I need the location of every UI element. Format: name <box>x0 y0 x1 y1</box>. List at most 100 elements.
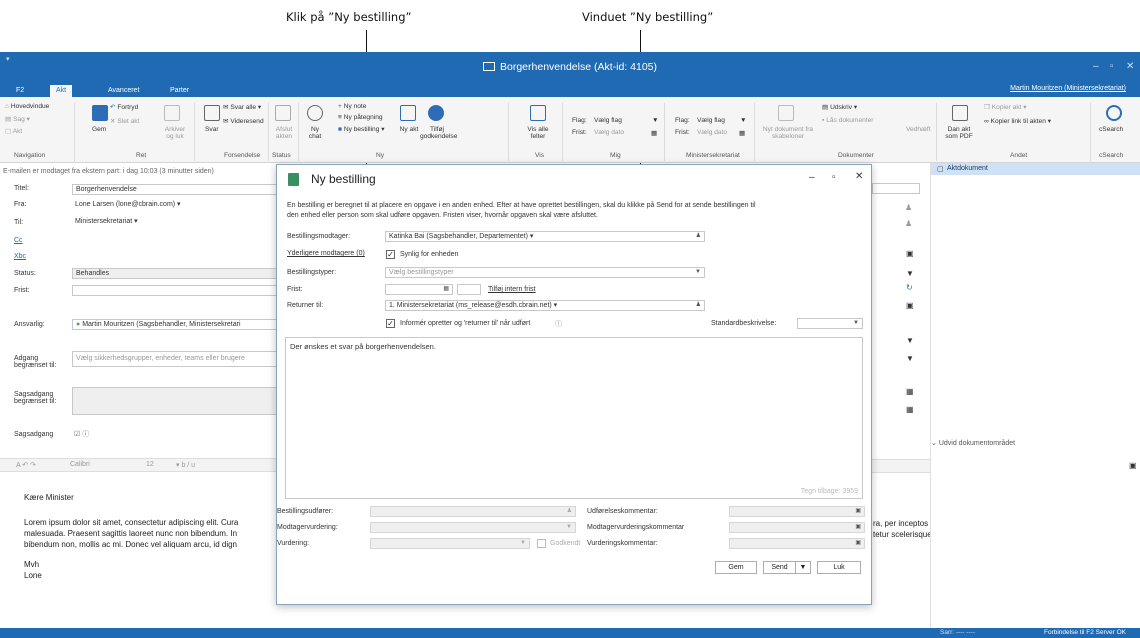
frist-input[interactable] <box>72 285 282 296</box>
tilfoej-godkendelse-button[interactable]: Tilføj godkendelse <box>420 126 457 140</box>
titel-input[interactable]: Borgerhenvendelse <box>72 184 282 195</box>
tab-avanceret[interactable]: Avanceret <box>102 85 145 97</box>
dan-pdf-button[interactable]: Dan akt som PDF <box>945 126 973 140</box>
quick-access-icon[interactable]: ▾ <box>6 55 10 63</box>
cc-link[interactable]: Cc <box>14 237 23 244</box>
status-select[interactable]: Behandles <box>72 268 282 279</box>
informer-checkbox[interactable]: ✓ <box>386 319 395 328</box>
standardbeskrivelse-label: Standardbeskrivelse: <box>711 320 777 327</box>
ny-paategning-button[interactable]: ≡ Ny påtegning <box>338 114 383 121</box>
ny-akt-button[interactable]: Ny akt <box>399 126 419 133</box>
min-flag-select[interactable]: Vælg flag <box>697 117 725 124</box>
calendar-icon[interactable]: ▦ <box>443 285 449 294</box>
arkiver-button[interactable]: Arkiver og luk <box>162 126 188 140</box>
edit-icon-2[interactable]: ▣ <box>906 301 914 310</box>
fra-field[interactable]: Lone Larsen (lone@cbrain.com) ▾ <box>72 200 282 211</box>
tab-parter[interactable]: Parter <box>164 85 195 97</box>
sag-button[interactable]: ▤ Sag ▾ <box>5 115 30 123</box>
reply-icon <box>204 105 220 121</box>
gem-dialog-button[interactable]: Gem <box>715 561 757 574</box>
person-picker-icon-2[interactable]: ♟ <box>696 301 701 310</box>
kopier-akt-button[interactable]: ❐ Kopier akt ▾ <box>984 103 1027 111</box>
svar-alle-button[interactable]: ✉ Svar alle ▾ <box>223 103 261 111</box>
synlig-checkbox[interactable]: ✓ <box>386 250 395 259</box>
min-calendar-icon[interactable]: ▦ <box>739 129 745 137</box>
vis-alle-felter-button[interactable]: Vis alle felter <box>526 126 550 140</box>
maximize-icon[interactable]: ▫ <box>1110 61 1114 72</box>
videresend-button[interactable]: ✉ Videresend <box>223 117 264 125</box>
sagsadgang-check-icon[interactable]: ☑ ⓘ <box>74 429 89 439</box>
minimize-icon[interactable]: – <box>1093 61 1099 72</box>
home-icon: ⌂ <box>5 103 9 110</box>
udvid-dokumentomraade-button[interactable]: ⌄ Udvid dokumentområdet <box>931 439 1015 447</box>
mig-frist-label: Frist: <box>572 129 587 136</box>
dialog-close-icon[interactable]: ✕ <box>855 171 863 182</box>
mig-frist-select[interactable]: Vælg dato <box>594 129 624 136</box>
dialog-minimize-icon[interactable]: – <box>809 172 815 183</box>
ansvarlig-field[interactable]: ● Martin Mouritzen (Sagsbehandler, Minis… <box>72 319 278 330</box>
tab-akt[interactable]: Akt <box>50 85 73 97</box>
dropdown-icon-1[interactable]: ▼ <box>906 269 914 278</box>
font-size-select[interactable]: 12 <box>146 461 154 468</box>
svar-button[interactable]: Svar <box>205 126 219 133</box>
panel-edit-icon[interactable]: ▣ <box>1129 461 1137 470</box>
dropdown-icon-3[interactable]: ▼ <box>906 354 914 363</box>
person-icon-1[interactable]: ♟ <box>905 203 912 212</box>
person-icon-2[interactable]: ♟ <box>905 219 912 228</box>
fortryd-button[interactable]: ↶ Fortryd <box>110 103 138 111</box>
tilfoej-intern-frist-link[interactable]: Tilføj intern frist <box>488 286 536 293</box>
xbc-link[interactable]: Xbc <box>14 253 26 260</box>
vedhaeft-button[interactable]: Vedhæft <box>906 126 931 133</box>
format-icons[interactable]: A ↶ ↷ <box>16 461 36 469</box>
user-link[interactable]: Martin Mouritzen (Ministersekretariat) <box>1010 85 1126 92</box>
akt-button[interactable]: ▢ Akt <box>5 127 22 135</box>
ny-chat-button[interactable]: Ny chat <box>306 126 324 140</box>
laas-dokumenter-button[interactable]: ▪ Lås dokumenter <box>822 117 873 124</box>
description-textarea[interactable]: Der ønskes et svar på borgerhenvendelsen… <box>285 337 863 499</box>
edit-icon-1[interactable]: ▣ <box>906 249 914 258</box>
aktdokument-item[interactable]: Aktdokument <box>931 163 1140 175</box>
font-select[interactable]: Calibri <box>70 461 90 468</box>
titel-label: Titel: <box>14 185 29 192</box>
returner-input[interactable]: 1. Ministersekretariat (ms_release@esdh.… <box>385 300 705 311</box>
slet-akt-button[interactable]: ✕ Slet akt <box>110 117 139 125</box>
adgang-input[interactable]: Vælg sikkerhedsgrupper, enheder, teams e… <box>72 351 278 367</box>
udskriv-button[interactable]: ▤ Udskriv ▾ <box>822 103 857 111</box>
typer-select[interactable]: Vælg bestillingstyper ▼ <box>385 267 705 278</box>
refresh-icon[interactable]: ↻ <box>906 283 913 292</box>
kopier-link-button[interactable]: ∞ Kopier link til akten ▾ <box>984 117 1051 125</box>
send-button[interactable]: Send <box>763 561 795 574</box>
nyt-dokument-button[interactable]: Nyt dokument fra skabeloner <box>762 126 814 140</box>
frist-date-input[interactable]: ▦ <box>385 284 453 295</box>
gem-button[interactable]: Gem <box>92 126 106 133</box>
yderligere-modtagere-link[interactable]: Yderligere modtagere (0) <box>287 250 365 257</box>
calendar-icon-1[interactable]: ▦ <box>906 387 914 396</box>
frist-time-input[interactable] <box>457 284 481 295</box>
calendar-icon-2[interactable]: ▦ <box>906 405 914 414</box>
help-icon[interactable]: ⓘ <box>555 319 562 329</box>
min-frist-select[interactable]: Vælg dato <box>697 129 727 136</box>
typer-label: Bestillingstyper: <box>287 269 337 276</box>
dropdown-icon-2[interactable]: ▼ <box>906 336 914 345</box>
min-flag-dropdown-icon[interactable]: ▼ <box>740 117 747 124</box>
close-window-icon[interactable]: ✕ <box>1126 61 1134 72</box>
til-field[interactable]: Ministersekretariat ▾ <box>72 217 282 247</box>
csearch-button[interactable]: cSearch <box>1099 126 1123 133</box>
mig-calendar-icon[interactable]: ▦ <box>651 129 657 137</box>
text-format-icons[interactable]: ▾ b / u <box>176 461 195 469</box>
luk-button[interactable]: Luk <box>817 561 861 574</box>
tab-f2[interactable]: F2 <box>10 85 30 97</box>
hovedvindue-button[interactable]: ⌂ Hovedvindue <box>5 103 49 110</box>
modtager-input[interactable]: Katinka Bai (Sagsbehandler, Departemente… <box>385 231 705 242</box>
afslut-button[interactable]: Afslut akten <box>273 126 295 140</box>
envelope-icon <box>483 62 495 71</box>
mig-flag-select[interactable]: Vælg flag <box>594 117 622 124</box>
person-picker-icon[interactable]: ♟ <box>696 232 701 241</box>
ny-note-button[interactable]: + Ny note <box>338 103 366 110</box>
send-dropdown-icon[interactable]: ▼ <box>795 561 811 574</box>
standardbeskrivelse-select[interactable]: ▼ <box>797 318 863 329</box>
dialog-maximize-icon[interactable]: ▫ <box>832 172 836 183</box>
mig-flag-dropdown-icon[interactable]: ▼ <box>652 117 659 124</box>
window-title-bar[interactable]: ▾ Borgerhenvendelse (Akt-id: 4105) – ▫ ✕ <box>0 52 1140 83</box>
ny-bestilling-button[interactable]: ■ Ny bestilling ▾ <box>338 125 385 133</box>
